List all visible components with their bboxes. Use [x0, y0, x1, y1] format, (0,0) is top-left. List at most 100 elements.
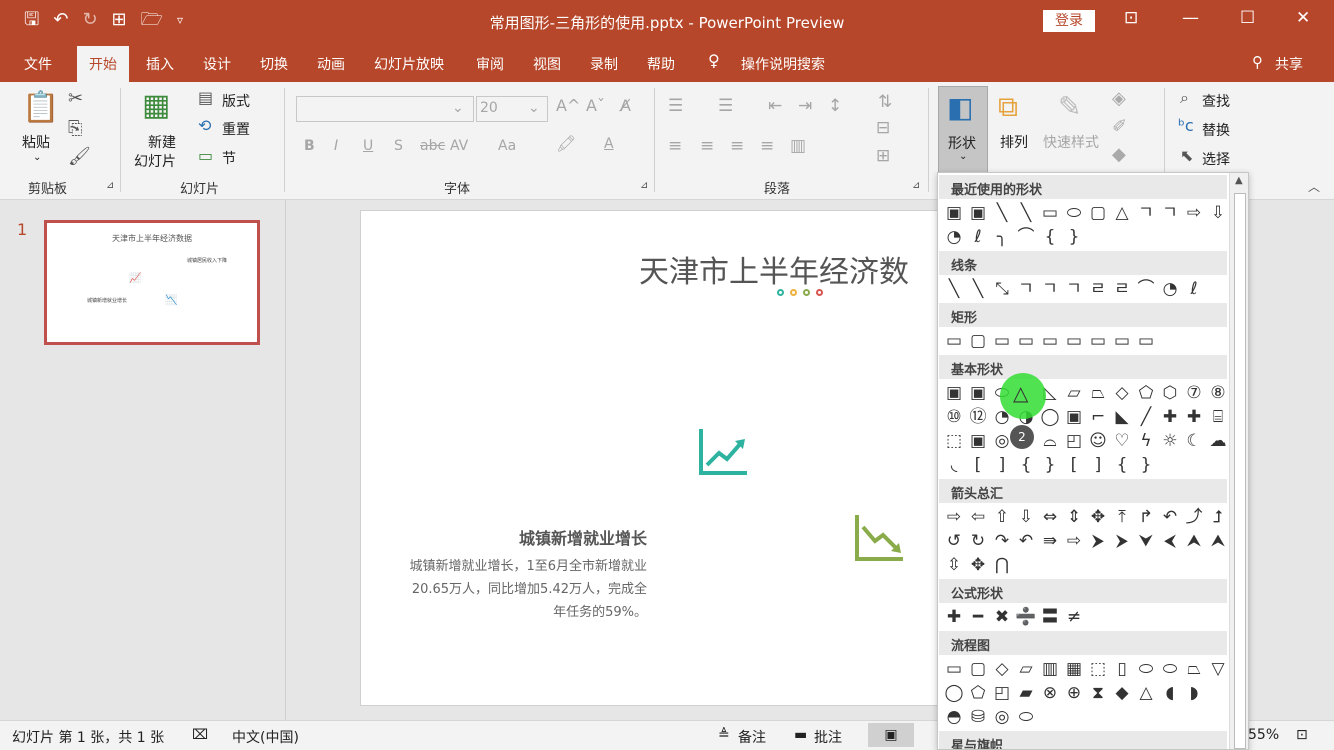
arrange-label[interactable]: 排列	[1000, 132, 1028, 152]
shape-item-icon[interactable]: ▯	[1110, 657, 1134, 681]
tab-insert[interactable]: 插入	[146, 54, 174, 74]
shape-item-icon[interactable]: ▱	[1014, 657, 1038, 681]
paste-dropdown-icon[interactable]: ⌄	[33, 152, 41, 163]
select-button[interactable]: 选择	[1202, 149, 1230, 169]
shape-item-icon[interactable]: ⬭	[1134, 657, 1158, 681]
shape-item-icon[interactable]: ↷	[990, 529, 1014, 553]
tab-help[interactable]: 帮助	[647, 54, 675, 74]
shape-item-icon[interactable]: ━	[966, 605, 990, 629]
shape-item-icon[interactable]: ▣	[966, 429, 990, 453]
shape-item-icon[interactable]: ◯	[942, 681, 966, 705]
shape-fill-icon[interactable]: ◈	[1112, 88, 1126, 109]
tab-file[interactable]: 文件	[24, 54, 52, 74]
find-icon[interactable]: ⌕	[1180, 88, 1189, 108]
shape-item-icon[interactable]: ⮝	[1206, 529, 1230, 553]
accessibility-icon[interactable]: ⌧	[192, 727, 208, 743]
format-painter-icon[interactable]: 🖌	[68, 146, 91, 167]
paste-icon[interactable]: 📋	[22, 90, 59, 125]
select-icon[interactable]: ⬉	[1180, 146, 1193, 165]
close-icon[interactable]: ✕	[1296, 8, 1310, 28]
shape-item-icon[interactable]: ✖	[990, 605, 1014, 629]
fit-slide-icon[interactable]: ⊡	[1296, 727, 1308, 743]
underline-button[interactable]: U	[363, 138, 373, 154]
shape-item-icon[interactable]: ◇	[1110, 381, 1134, 405]
shape-item-icon[interactable]: }	[1062, 225, 1086, 249]
font-size-dropdown-icon[interactable]: ⌄	[528, 100, 540, 116]
shape-item-icon[interactable]: △	[1110, 201, 1134, 225]
shape-item-icon[interactable]: ◣	[1110, 405, 1134, 429]
shape-item-icon[interactable]: ☾	[1182, 429, 1206, 453]
copy-icon[interactable]: ⎘	[68, 118, 82, 139]
shape-item-icon[interactable]: ▭	[1110, 329, 1134, 353]
shape-item-icon[interactable]: ✚	[1182, 405, 1206, 429]
align-right-icon[interactable]: ≡	[730, 136, 744, 156]
shape-item-icon[interactable]: ▭	[990, 329, 1014, 353]
shape-item-icon[interactable]: ☺	[1086, 429, 1110, 453]
paste-label[interactable]: 粘贴	[22, 132, 50, 152]
shape-item-icon[interactable]: ▱	[1062, 381, 1086, 405]
shape-item-icon[interactable]: ℓ	[966, 225, 990, 249]
shape-item-icon[interactable]: ◖	[1158, 681, 1182, 705]
shape-item-icon[interactable]: ⇛	[1038, 529, 1062, 553]
shape-item-icon[interactable]: ⬠	[966, 681, 990, 705]
shape-item-icon[interactable]: ⑦	[1182, 381, 1206, 405]
shape-item-icon[interactable]: ▢	[966, 657, 990, 681]
shape-item-icon[interactable]: ⌸	[1206, 405, 1230, 429]
chart-up-icon[interactable]	[697, 427, 749, 479]
shape-item-icon[interactable]: ◔	[1158, 277, 1182, 301]
replace-icon[interactable]: ᵇc	[1178, 116, 1194, 135]
shape-item-icon[interactable]: ↻	[966, 529, 990, 553]
shape-item-icon[interactable]: ▭	[1038, 201, 1062, 225]
shape-item-icon[interactable]: ╱	[1134, 405, 1158, 429]
shape-item-icon[interactable]: ↱	[1134, 505, 1158, 529]
shape-item-icon[interactable]: ⑧	[1206, 381, 1230, 405]
shape-item-icon[interactable]: ㄱ	[1158, 201, 1182, 225]
ribbon-display-icon[interactable]: ⊡	[1124, 8, 1138, 28]
shapes-button[interactable]: ◧ 形状 ⌄	[938, 86, 988, 174]
shape-item-icon[interactable]: ◎	[990, 705, 1014, 729]
shape-item-icon[interactable]: ㄱ	[1038, 277, 1062, 301]
shape-item-icon[interactable]: ⇧	[990, 505, 1014, 529]
shape-item-icon[interactable]: ⑩	[942, 405, 966, 429]
quick-styles-icon[interactable]: ✎	[1058, 90, 1081, 123]
shape-item-icon[interactable]: ⬡	[1158, 381, 1182, 405]
section-icon[interactable]: ▭	[198, 146, 213, 165]
shape-item-icon[interactable]: ]	[990, 453, 1014, 477]
login-button[interactable]: 登录	[1043, 10, 1095, 32]
shape-item-icon[interactable]: ✚	[942, 605, 966, 629]
tell-me-search[interactable]: 操作说明搜索	[741, 54, 825, 74]
shape-item-icon[interactable]: ⇨	[1182, 201, 1206, 225]
shape-item-icon[interactable]: ▭	[1062, 329, 1086, 353]
shape-item-icon[interactable]: ㄹ	[1086, 277, 1110, 301]
layout-icon[interactable]: ▤	[198, 88, 213, 107]
shape-item-icon[interactable]: ➗	[1014, 605, 1038, 629]
shape-item-icon[interactable]: ◰	[1062, 429, 1086, 453]
shape-item-icon[interactable]: ⏢	[1182, 657, 1206, 681]
block-body[interactable]: 城镇新增就业增长，1至6月全市新增就业 20.65万人，同比增加5.42万人，完…	[361, 555, 647, 624]
shape-item-icon[interactable]: ⤒	[1110, 505, 1134, 529]
shape-item-icon[interactable]: ㄱ	[1062, 277, 1086, 301]
shape-item-icon[interactable]: ㄱ	[1014, 277, 1038, 301]
notes-icon[interactable]: ≜	[718, 727, 730, 743]
shape-item-icon[interactable]: ↶	[1158, 505, 1182, 529]
quick-styles-label[interactable]: 快速样式	[1043, 132, 1099, 152]
shape-item-icon[interactable]: ╮	[990, 225, 1014, 249]
shape-item-icon[interactable]: ◓	[942, 705, 966, 729]
block-heading[interactable]: 城镇新增就业增长	[361, 525, 647, 549]
shape-item-icon[interactable]: ▦	[1062, 657, 1086, 681]
decrease-indent-icon[interactable]: ⇤	[768, 96, 782, 116]
language-status[interactable]: 中文(中国)	[232, 727, 299, 747]
layout-button[interactable]: 版式	[222, 91, 250, 111]
tab-slideshow[interactable]: 幻灯片放映	[374, 54, 444, 74]
shape-item-icon[interactable]: ▣	[1062, 405, 1086, 429]
shape-item-icon[interactable]: ⌐	[1086, 405, 1110, 429]
shape-item-icon[interactable]: ⌓	[1038, 429, 1062, 453]
replace-button[interactable]: 替换	[1202, 120, 1230, 140]
maximize-icon[interactable]: ☐	[1240, 8, 1255, 28]
shape-item-icon[interactable]: ⊗	[1038, 681, 1062, 705]
shape-item-icon[interactable]: ╲	[966, 277, 990, 301]
shape-item-icon[interactable]: ▥	[1038, 657, 1062, 681]
columns-icon[interactable]: ▥	[790, 136, 806, 156]
shape-item-icon[interactable]: ⮥	[1206, 505, 1230, 529]
shape-effects-icon[interactable]: ◆	[1112, 144, 1126, 165]
